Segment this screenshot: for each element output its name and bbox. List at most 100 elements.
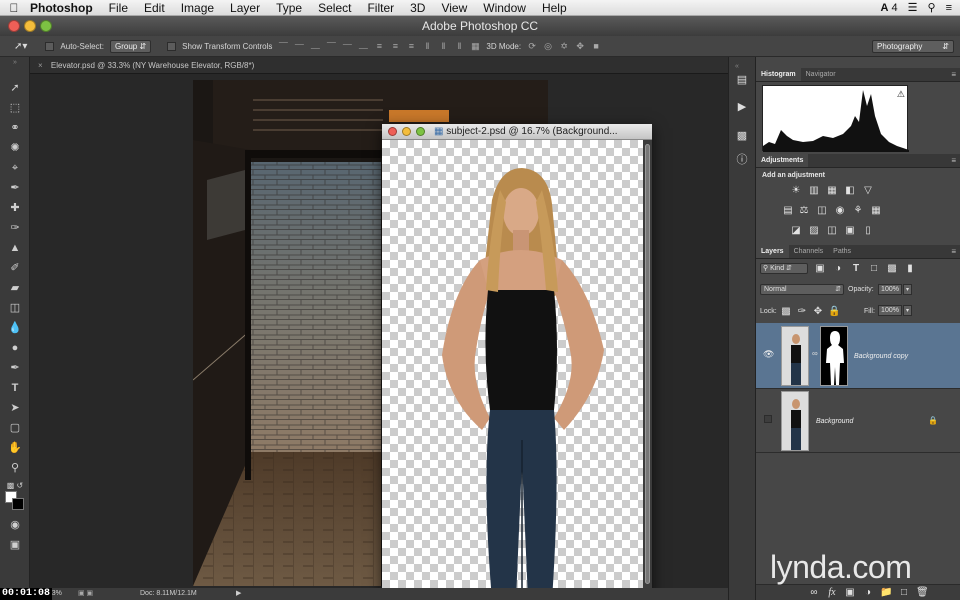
status-icons[interactable]: ▣ ▣ bbox=[78, 588, 93, 600]
opacity-slider-toggle[interactable]: ▾ bbox=[903, 284, 912, 295]
type-tool-icon[interactable]: T bbox=[5, 380, 25, 396]
auto-align-icon[interactable]: ▦ bbox=[470, 41, 480, 51]
crop-tool-icon[interactable]: ⌖ bbox=[5, 160, 25, 176]
move-tool-icon[interactable]: ➚▾ bbox=[14, 41, 27, 52]
levels-icon[interactable]: ▥ bbox=[808, 186, 820, 196]
properties-icon[interactable]: ▩ bbox=[735, 129, 749, 143]
history-icon[interactable]: ▤ bbox=[735, 73, 749, 87]
color-lookup-icon[interactable]: ▦ bbox=[870, 206, 882, 216]
zoom-tool-icon[interactable]: ⚲ bbox=[5, 460, 25, 476]
new-layer-icon[interactable]: □ bbox=[898, 588, 910, 598]
new-group-icon[interactable]: 📁 bbox=[880, 588, 892, 598]
align-bottom-icon[interactable]: ⎼ bbox=[310, 41, 320, 51]
distribute-hcenter-icon[interactable]: ‖ bbox=[438, 41, 448, 51]
dodge-tool-icon[interactable]: ● bbox=[5, 340, 25, 356]
menu-window[interactable]: Window bbox=[475, 0, 534, 16]
lock-position-icon[interactable]: ✥ bbox=[812, 307, 824, 317]
menu-edit[interactable]: Edit bbox=[136, 0, 173, 16]
subject-window-scrollbar[interactable] bbox=[643, 140, 652, 600]
invert-icon[interactable]: ◪ bbox=[790, 226, 802, 236]
posterize-icon[interactable]: ▨ bbox=[808, 226, 820, 236]
layer-mask-thumbnail[interactable] bbox=[820, 326, 848, 386]
info-icon[interactable]: ⓘ bbox=[735, 151, 749, 166]
exposure-icon[interactable]: ◧ bbox=[844, 186, 856, 196]
photo-filter-icon[interactable]: ◉ bbox=[834, 206, 846, 216]
quick-select-tool-icon[interactable]: ✺ bbox=[5, 140, 25, 156]
subject-zoom-button[interactable] bbox=[416, 127, 425, 136]
link-layers-icon[interactable]: ∞ bbox=[808, 588, 820, 598]
close-window-button[interactable] bbox=[8, 20, 20, 32]
curves-icon[interactable]: ▦ bbox=[826, 186, 838, 196]
brightness-contrast-icon[interactable]: ☀ bbox=[790, 186, 802, 196]
gradient-tool-icon[interactable]: ◫ bbox=[5, 300, 25, 316]
tab-layers[interactable]: Layers bbox=[756, 245, 789, 258]
minimize-window-button[interactable] bbox=[24, 20, 36, 32]
lock-image-icon[interactable]: ✑ bbox=[796, 307, 808, 317]
align-right-icon[interactable]: ⎼ bbox=[358, 41, 368, 51]
layer-lock-icon[interactable]: 🔒 bbox=[928, 416, 938, 425]
marquee-tool-icon[interactable]: ⬚ bbox=[5, 100, 25, 116]
layer-name[interactable]: Background bbox=[816, 418, 853, 425]
actions-play-icon[interactable]: ▶ bbox=[735, 100, 749, 114]
menu-file[interactable]: File bbox=[101, 0, 136, 16]
brush-tool-icon[interactable]: ✑ bbox=[5, 220, 25, 236]
align-top-icon[interactable]: ⎺ bbox=[278, 41, 288, 51]
3d-slide-icon[interactable]: ✥ bbox=[575, 41, 585, 51]
search-icon[interactable]: ⚲ bbox=[928, 1, 936, 14]
menu-view[interactable]: View bbox=[433, 0, 475, 16]
zoom-window-button[interactable] bbox=[40, 20, 52, 32]
adjustments-panel-menu-icon[interactable]: ≡ bbox=[951, 154, 960, 167]
lock-all-icon[interactable]: 🔒 bbox=[828, 307, 840, 317]
delete-layer-icon[interactable]: 🗑 bbox=[916, 588, 929, 598]
blend-mode-dropdown[interactable]: Normal ⇵ bbox=[760, 284, 844, 295]
adobe-status[interactable]: A 4 bbox=[881, 2, 898, 14]
transform-controls-checkbox[interactable] bbox=[167, 41, 177, 51]
status-menu-arrow-icon[interactable]: ▶ bbox=[236, 588, 241, 600]
toolbar-collapse-icon[interactable]: » bbox=[5, 59, 25, 67]
healing-brush-tool-icon[interactable]: ✚ bbox=[5, 200, 25, 216]
3d-rotate-icon[interactable]: ⟳ bbox=[527, 41, 537, 51]
menu-layer[interactable]: Layer bbox=[222, 0, 268, 16]
tab-close-icon[interactable]: × bbox=[38, 61, 43, 70]
tab-paths[interactable]: Paths bbox=[828, 245, 856, 258]
gradient-map-icon[interactable]: ▯ bbox=[862, 226, 874, 236]
history-brush-tool-icon[interactable]: ✐ bbox=[5, 260, 25, 276]
layer-name[interactable]: Background copy bbox=[854, 353, 908, 360]
layer-row-background[interactable]: Background 🔒 bbox=[756, 389, 960, 453]
black-white-icon[interactable]: ◫ bbox=[816, 206, 828, 216]
eyedropper-tool-icon[interactable]: ✒ bbox=[5, 180, 25, 196]
menu-filter[interactable]: Filter bbox=[359, 0, 402, 16]
fill-slider-toggle[interactable]: ▾ bbox=[903, 305, 912, 316]
lasso-tool-icon[interactable]: ⚭ bbox=[5, 120, 25, 136]
rectangle-tool-icon[interactable]: ▢ bbox=[5, 420, 25, 436]
document-tab[interactable]: × Elevator.psd @ 33.3% (NY Warehouse Ele… bbox=[30, 57, 728, 74]
filter-kind-dropdown[interactable]: ⚲ Kind ⇵ bbox=[760, 263, 808, 274]
scrollbar-thumb[interactable] bbox=[645, 144, 650, 584]
selective-color-icon[interactable]: ▣ bbox=[844, 226, 856, 236]
3d-drag-icon[interactable]: ✡ bbox=[559, 41, 569, 51]
layers-panel-menu-icon[interactable]: ≡ bbox=[951, 245, 960, 258]
distribute-bottom-icon[interactable]: ≡ bbox=[406, 41, 416, 51]
menu-help[interactable]: Help bbox=[534, 0, 575, 16]
filter-adjustment-icon[interactable]: ◑ bbox=[832, 264, 844, 274]
histogram-panel-menu-icon[interactable]: ≡ bbox=[951, 68, 960, 81]
screen-mode-icon[interactable]: ▣ bbox=[5, 537, 25, 553]
channel-mixer-icon[interactable]: ⚘ bbox=[852, 206, 864, 216]
filter-pixel-icon[interactable]: ▣ bbox=[814, 264, 826, 274]
distribute-left-icon[interactable]: ‖ bbox=[422, 41, 432, 51]
workspace-dropdown[interactable]: Photography ⇵ bbox=[872, 40, 954, 53]
apple-icon[interactable]:  bbox=[0, 1, 28, 15]
tab-adjustments[interactable]: Adjustments bbox=[756, 154, 809, 167]
wifi-icon[interactable]: ☰ bbox=[908, 1, 918, 14]
lock-transparent-icon[interactable]: ▩ bbox=[780, 307, 792, 317]
eraser-tool-icon[interactable]: ▰ bbox=[5, 280, 25, 296]
menu-type[interactable]: Type bbox=[268, 0, 310, 16]
3d-scale-icon[interactable]: ■ bbox=[591, 41, 601, 51]
auto-select-dropdown[interactable]: Group ⇵ bbox=[109, 39, 152, 53]
subject-minimize-button[interactable] bbox=[402, 127, 411, 136]
new-adjustment-icon[interactable]: ◑ bbox=[862, 588, 874, 598]
tab-channels[interactable]: Channels bbox=[789, 245, 829, 258]
background-color-swatch[interactable] bbox=[12, 498, 24, 510]
menu-select[interactable]: Select bbox=[310, 0, 359, 16]
vibrance-icon[interactable]: ▽ bbox=[862, 186, 874, 196]
